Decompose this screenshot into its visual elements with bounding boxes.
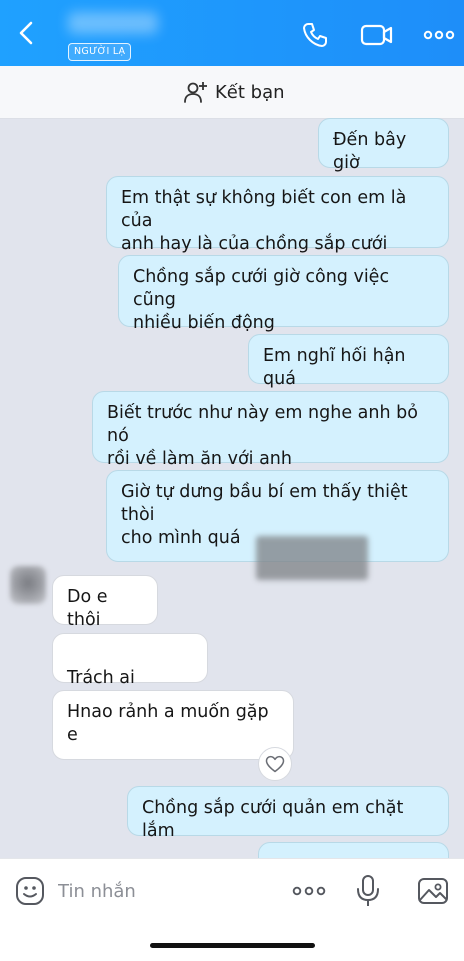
sticker-icon[interactable]	[14, 875, 46, 907]
video-call-icon[interactable]	[360, 20, 394, 50]
message-sent[interactable]: Chồng sắp cưới giờ công việc cũng nhiều …	[118, 255, 449, 333]
message-sent[interactable]: Đến bây giờ	[318, 118, 449, 173]
blurred-timestamp	[256, 536, 368, 580]
message-input[interactable]	[56, 873, 280, 909]
react-heart-button[interactable]	[258, 747, 292, 781]
more-icon[interactable]	[422, 20, 456, 50]
image-icon[interactable]	[416, 875, 450, 907]
message-sent[interactable]: Chồng sắp cưới quản em chặt lắm	[127, 786, 449, 841]
phone-icon[interactable]	[300, 20, 330, 50]
home-indicator[interactable]	[150, 943, 315, 948]
avatar[interactable]	[10, 566, 46, 604]
add-friend-label: Kết bạn	[215, 81, 285, 103]
message-received[interactable]: Trách ai	[52, 633, 208, 733]
microphone-icon[interactable]	[354, 873, 382, 909]
add-friend-bar: Kết bạn	[0, 66, 464, 119]
back-icon[interactable]	[12, 18, 42, 48]
contact-name-blurred[interactable]	[68, 12, 158, 34]
add-friend-icon	[184, 82, 207, 103]
message-sent[interactable]: Em nghĩ hối hận quá	[248, 334, 449, 389]
chat-header: NGƯỜI LẠ	[0, 0, 464, 66]
heart-icon	[265, 755, 285, 773]
message-received[interactable]: Hnao rảnh a muốn gặp e	[52, 690, 294, 760]
message-received[interactable]: Do e thôi	[52, 575, 158, 630]
add-friend-button[interactable]: Kết bạn	[183, 78, 285, 106]
message-sent[interactable]: Biết trước như này em nghe anh bỏ nó rồi…	[92, 391, 449, 469]
more-options-icon[interactable]	[290, 877, 328, 905]
message-sent[interactable]: Em thật sự không biết con em là của anh …	[106, 176, 449, 254]
message-text: Trách ai	[67, 668, 135, 688]
stranger-badge: NGƯỜI LẠ	[68, 43, 132, 61]
